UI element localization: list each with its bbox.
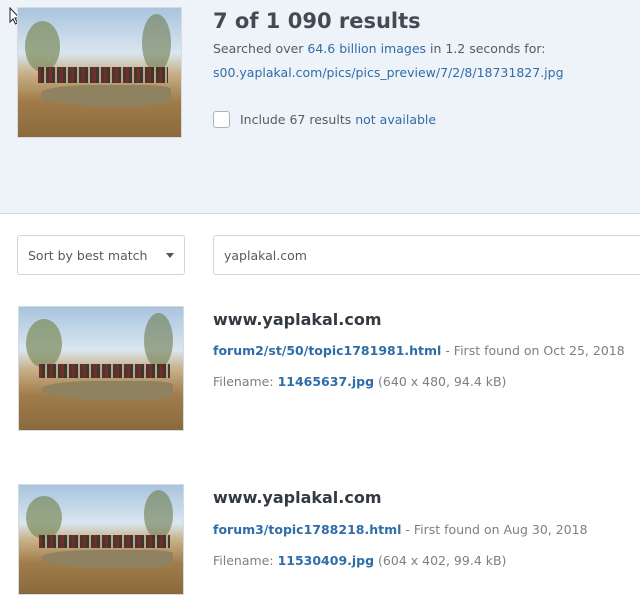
result-page-info: forum3/topic1788218.html - First found o… — [213, 522, 588, 537]
not-available-link[interactable]: not available — [355, 112, 436, 127]
include-unavailable-option[interactable]: Include 67 results not available — [213, 111, 436, 128]
result-filename-link[interactable]: 11465637.jpg — [278, 374, 375, 389]
image-count-link[interactable]: 64.6 billion images — [307, 41, 426, 56]
sort-dropdown[interactable]: Sort by best match — [17, 235, 185, 275]
result-found-date: - First found on Aug 30, 2018 — [401, 522, 588, 537]
result-file-info: Filename: 11465637.jpg (640 x 480, 94.4 … — [213, 374, 506, 389]
result-file-info: Filename: 11530409.jpg (604 x 402, 99.4 … — [213, 553, 506, 568]
filename-label: Filename: — [213, 374, 278, 389]
result-site-title[interactable]: www.yaplakal.com — [213, 310, 382, 329]
include-checkbox[interactable] — [213, 111, 230, 128]
domain-filter-input[interactable]: yaplakal.com — [213, 235, 640, 275]
search-stats: Searched over 64.6 billion images in 1.2… — [213, 41, 545, 56]
searched-prefix: Searched over — [213, 41, 308, 56]
result-found-date: - First found on Oct 25, 2018 — [441, 343, 625, 358]
search-summary-panel: 7 of 1 090 results Searched over 64.6 bi… — [0, 0, 640, 214]
result-thumbnail[interactable] — [18, 484, 184, 595]
filename-label: Filename: — [213, 553, 278, 568]
query-image-thumbnail[interactable] — [17, 7, 182, 138]
searched-suffix: in 1.2 seconds for: — [426, 41, 546, 56]
result-page-link[interactable]: forum3/topic1788218.html — [213, 522, 401, 537]
query-url-link[interactable]: s00.yaplakal.com/pics/pics_preview/7/2/8… — [213, 65, 564, 80]
result-file-details: (604 x 402, 99.4 kB) — [374, 553, 507, 568]
result-thumbnail[interactable] — [18, 306, 184, 431]
query-url: s00.yaplakal.com/pics/pics_preview/7/2/8… — [213, 65, 564, 80]
chevron-down-icon — [166, 253, 174, 258]
result-page-link[interactable]: forum2/st/50/topic1781981.html — [213, 343, 441, 358]
domain-filter-value: yaplakal.com — [224, 247, 307, 263]
results-count-title: 7 of 1 090 results — [213, 9, 421, 33]
result-page-info: forum2/st/50/topic1781981.html - First f… — [213, 343, 625, 358]
result-file-details: (640 x 480, 94.4 kB) — [374, 374, 507, 389]
result-site-title[interactable]: www.yaplakal.com — [213, 488, 382, 507]
result-filename-link[interactable]: 11530409.jpg — [278, 553, 375, 568]
sort-dropdown-label: Sort by best match — [28, 247, 148, 263]
include-label: Include 67 results — [240, 112, 356, 127]
